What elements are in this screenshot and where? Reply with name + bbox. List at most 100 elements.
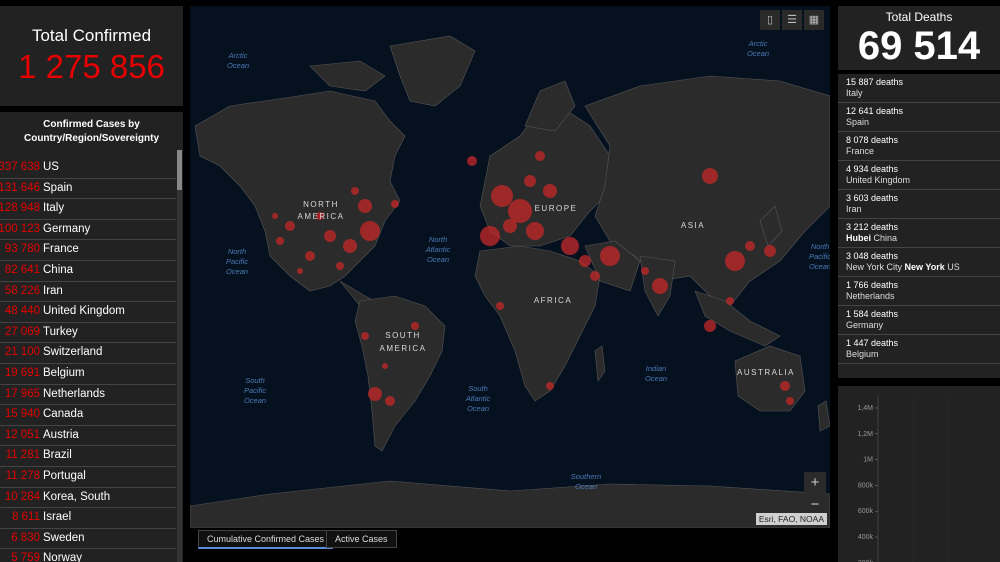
deaths-list-item[interactable]: 1 584 deaths Germany — [838, 306, 1000, 335]
map-panel[interactable]: Arctic Ocean Arctic Ocean North Pacific … — [190, 6, 830, 528]
deaths-list-item[interactable]: 3 603 deaths Iran — [838, 190, 1000, 219]
country-count: 19 691 — [4, 366, 40, 379]
country-list-item[interactable]: 11 278 Portugal — [0, 467, 176, 488]
south-pacific-line1: South — [245, 376, 265, 385]
country-list-item[interactable]: 11 281 Brazil — [0, 446, 176, 467]
country-list-item[interactable]: 131 646 Spain — [0, 179, 176, 200]
deaths-list-item[interactable]: 15 887 deaths Italy — [838, 74, 1000, 103]
deaths-list-item[interactable]: 3 048 deaths New York City New York US — [838, 248, 1000, 277]
deaths-list-item[interactable]: 1 447 deaths Belgium — [838, 335, 1000, 364]
australia-land — [734, 345, 806, 412]
arctic-ocean-w-line1: Arctic — [228, 51, 248, 60]
deaths-list-item[interactable]: 1 766 deaths Netherlands — [838, 277, 1000, 306]
deaths-count: 15 887 deaths — [846, 77, 904, 87]
total-deaths-value: 69 514 — [857, 24, 981, 68]
country-list-item[interactable]: 5 759 Norway — [0, 549, 176, 562]
country-list-item[interactable]: 15 940 Canada — [0, 405, 176, 426]
country-list-item[interactable]: 27 069 Turkey — [0, 323, 176, 344]
country-list-item[interactable]: 6 830 Sweden — [0, 529, 176, 550]
country-count: 11 278 — [5, 469, 40, 482]
southern-ocean-line1: Southern — [571, 472, 601, 481]
country-count: 8 611 — [12, 511, 40, 524]
country-list-item[interactable]: 93 780 France — [0, 240, 176, 261]
deaths-list-item[interactable]: 3 212 deaths Hubei China — [838, 219, 1000, 248]
chart-svg: 1,4M1,2M1M800k600k400k200k — [857, 396, 949, 562]
map-attribution[interactable]: Esri, FAO, NOAA — [755, 513, 827, 525]
cases-chart: 1,4M1,2M1M800k600k400k200k — [838, 386, 1000, 562]
tab-active-cases[interactable]: Active Cases — [326, 530, 397, 548]
canada-arctic-land — [309, 60, 386, 92]
south-america-land — [354, 295, 446, 452]
deaths-place: Italy — [846, 88, 1000, 99]
deaths-place: Netherlands — [846, 291, 1000, 302]
deaths-list-item[interactable]: 4 934 deaths United Kingdom — [838, 161, 1000, 190]
country-count: 337 638 — [0, 161, 40, 173]
deaths-place-name: France — [846, 146, 875, 156]
madagascar-land — [594, 345, 606, 382]
deaths-count: 1 447 deaths — [846, 338, 899, 348]
zoom-in-button[interactable]: + — [804, 472, 826, 494]
deaths-list-item[interactable]: 8 078 deaths France — [838, 132, 1000, 161]
basemap-gallery-icon[interactable]: ▦ — [804, 10, 824, 30]
country-list-item[interactable]: 82 641 China — [0, 261, 176, 282]
country-name: Israel — [43, 511, 72, 524]
deaths-place-bold: Hubei — [846, 233, 872, 243]
country-list-item[interactable]: 17 965 Netherlands — [0, 385, 176, 406]
south-pacific-line2: Pacific — [244, 386, 266, 395]
deaths-place-bold: New York — [904, 262, 945, 272]
country-list-item[interactable]: 48 440 United Kingdom — [0, 302, 176, 323]
south-atlantic-line3: Ocean — [467, 404, 489, 413]
country-count: 12 051 — [4, 428, 40, 441]
country-name: Portugal — [43, 469, 86, 482]
country-list-item[interactable]: 12 051 Austria — [0, 426, 176, 447]
indian-ocean-line2: Ocean — [645, 374, 667, 383]
country-count: 48 440 — [4, 305, 40, 318]
country-list-item[interactable]: 58 226 Iran — [0, 282, 176, 303]
country-name: Iran — [43, 284, 63, 297]
deaths-place: New York City New York US — [846, 262, 1000, 273]
country-list-item[interactable]: 8 611 Israel — [0, 508, 176, 529]
north-pacific-w-line2: Pacific — [226, 257, 248, 266]
deaths-place: Spain — [846, 117, 1000, 128]
country-count: 17 965 — [4, 387, 40, 400]
deaths-place-name: China — [871, 233, 898, 243]
country-list-item[interactable]: 128 948 Italy — [0, 199, 176, 220]
deaths-list-item[interactable]: 12 641 deaths Spain — [838, 103, 1000, 132]
north-america-label-line2: AMERICA — [298, 212, 345, 221]
deaths-count: 3 048 deaths — [846, 251, 899, 261]
chart-y-tick-label: 400k — [858, 534, 874, 541]
country-list-item[interactable]: 337 638 US — [0, 158, 176, 179]
arctic-ocean-e-line1: Arctic — [748, 39, 768, 48]
deaths-list: 15 887 deaths Italy 12 641 deaths Spain 8 07… — [838, 74, 1000, 378]
country-name: Austria — [43, 428, 79, 441]
deaths-count: 8 078 deaths — [846, 135, 899, 145]
tab-cumulative-confirmed[interactable]: Cumulative Confirmed Cases — [198, 530, 334, 549]
country-list-item[interactable]: 19 691 Belgium — [0, 364, 176, 385]
deaths-place-name: Belgium — [846, 349, 879, 359]
country-count: 21 100 — [4, 346, 40, 359]
total-confirmed-label: Total Confirmed — [31, 26, 152, 45]
world-map[interactable]: Arctic Ocean Arctic Ocean North Pacific … — [190, 6, 830, 528]
total-deaths-label: Total Deaths — [885, 10, 953, 24]
scrollbar-thumb[interactable] — [177, 150, 182, 190]
country-name: Norway — [43, 552, 82, 562]
country-list-item[interactable]: 10 284 Korea, South — [0, 488, 176, 509]
south-atlantic-line1: South — [468, 384, 488, 393]
north-pacific-w-line1: North — [228, 247, 246, 256]
country-list-item[interactable]: 100 123 Germany — [0, 220, 176, 241]
chart-y-tick-label: 800k — [858, 482, 874, 489]
bookmark-icon[interactable]: ▯ — [760, 10, 780, 30]
north-pacific-e-line3: Ocean — [809, 262, 830, 271]
deaths-count: 1 766 deaths — [846, 280, 899, 290]
country-list-item[interactable]: 21 100 Switzerland — [0, 343, 176, 364]
country-name: Italy — [43, 202, 65, 215]
country-count: 93 780 — [4, 243, 40, 256]
deaths-place: Belgium — [846, 349, 1000, 360]
legend-list-icon[interactable]: ☰ — [782, 10, 802, 30]
country-count: 6 830 — [11, 531, 40, 544]
southeast-asia-land — [694, 290, 781, 347]
country-count: 131 646 — [0, 181, 40, 194]
total-confirmed-panel: Total Confirmed 1 275 856 — [0, 6, 183, 106]
country-list-scrollbar[interactable] — [177, 150, 182, 562]
country-name: Switzerland — [43, 346, 103, 359]
